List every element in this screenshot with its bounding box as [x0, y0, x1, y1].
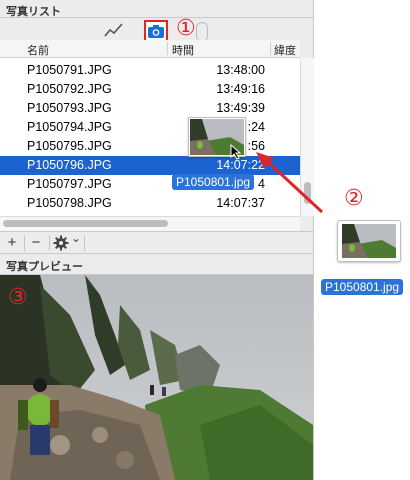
table-row[interactable]: P1050797.JPG 4: [0, 175, 300, 194]
cursor-icon: [230, 143, 242, 165]
row-time: 13:49:39: [216, 101, 265, 115]
divider: [84, 235, 85, 251]
vertical-scrollbar[interactable]: [300, 58, 314, 216]
annotation-marker-2: ②: [344, 186, 364, 211]
row-name: P1050792.JPG: [27, 82, 112, 96]
column-header-name[interactable]: 名前: [27, 42, 49, 58]
action-menu-button[interactable]: ⌄: [53, 231, 83, 252]
list-action-bar: + − ⌄: [0, 231, 313, 254]
row-time: 14:07:37: [216, 196, 265, 210]
row-name: P1050791.JPG: [27, 63, 112, 77]
row-name: P1050797.JPG: [27, 177, 112, 191]
add-photo-button[interactable]: +: [4, 234, 20, 252]
table-row[interactable]: P1050791.JPG 13:48:00: [0, 61, 300, 80]
photo-preview-title: 写真プレビュー: [6, 260, 83, 273]
table-header: 名前 時間 緯度: [0, 40, 300, 58]
row-name: P1050793.JPG: [27, 101, 112, 115]
divider: [24, 235, 25, 251]
row-time: 13:49:16: [216, 82, 265, 96]
annotation-marker-1: ①: [176, 16, 196, 41]
scrollbar-thumb[interactable]: [3, 220, 168, 227]
track-line-icon[interactable]: [104, 22, 124, 38]
column-header-time[interactable]: 時間: [172, 42, 194, 58]
scrollbar-thumb[interactable]: [304, 182, 311, 204]
drag-filename-label: P1050801.jpg: [172, 174, 255, 190]
column-separator: [270, 42, 271, 55]
table-row[interactable]: P1050795.JPG :56: [0, 137, 300, 156]
row-time: :24: [247, 120, 265, 134]
row-name: P1050796.JPG: [27, 158, 112, 172]
row-time: 4: [258, 177, 265, 191]
table-row[interactable]: P1050794.JPG :24: [0, 118, 300, 137]
photo-table-body: P1050791.JPG 13:48:00 P1050792.JPG 13:49:1…: [0, 58, 300, 216]
photo-panel: 写真リスト ① 名前 時間 緯度 P1050791.JPG 13:48:00 P1…: [0, 0, 314, 480]
gear-icon: [53, 235, 69, 251]
row-time: 13:48:00: [216, 63, 265, 77]
marker1-ghost: [196, 22, 208, 42]
divider: [49, 235, 50, 251]
chevron-down-icon: ⌄: [71, 231, 82, 245]
table-row[interactable]: P1050793.JPG 13:49:39: [0, 99, 300, 118]
remove-photo-button[interactable]: −: [28, 234, 44, 252]
table-row[interactable]: P1050792.JPG 13:49:16: [0, 80, 300, 99]
table-row-selected[interactable]: P1050796.JPG 14:07:22: [0, 156, 300, 175]
photo-preview-image: ③: [0, 275, 313, 480]
row-name: P1050795.JPG: [27, 139, 112, 153]
divider: [0, 253, 313, 254]
divider: [0, 17, 313, 18]
row-name: P1050798.JPG: [27, 196, 112, 210]
row-time: :56: [247, 139, 265, 153]
table-row[interactable]: P1050798.JPG 14:07:37: [0, 194, 300, 213]
file-thumbnail[interactable]: [337, 220, 401, 262]
horizontal-scrollbar[interactable]: [0, 216, 300, 231]
column-separator: [167, 42, 168, 55]
camera-tab-button[interactable]: [144, 20, 168, 42]
file-name-label[interactable]: P1050801.jpg: [321, 279, 404, 295]
row-name: P1050794.JPG: [27, 120, 112, 134]
annotation-marker-3: ③: [8, 285, 28, 310]
camera-icon: [148, 25, 164, 38]
column-header-latitude[interactable]: 緯度: [274, 42, 296, 58]
